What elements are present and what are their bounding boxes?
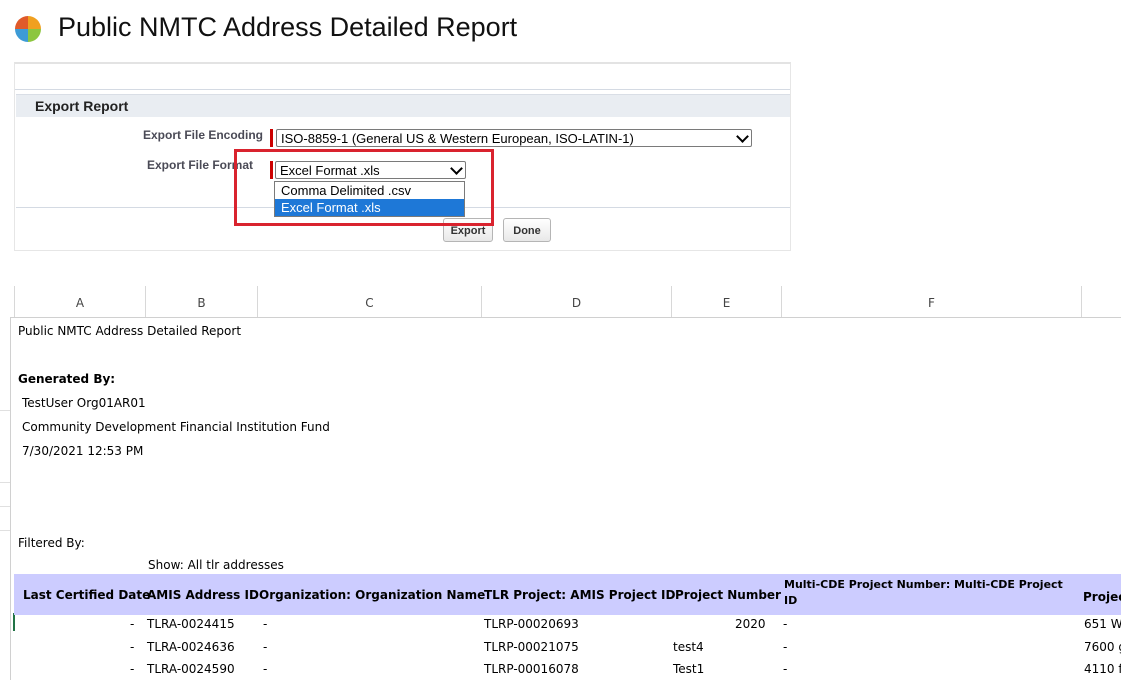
th-multi-cde-line2[interactable]: ID (784, 594, 797, 607)
active-cell-indicator (13, 613, 15, 631)
row-divider (0, 482, 10, 483)
format-label: Export File Format (146, 158, 253, 172)
filter-value[interactable]: Show: All tlr addresses (148, 558, 284, 572)
th-organization-name[interactable]: Organization: Organization Name (259, 588, 485, 602)
th-tlr-project-amis-id[interactable]: TLR Project: AMIS Project ID (484, 588, 675, 602)
encoding-select-value: ISO-8859-1 (General US & Western Europea… (281, 131, 634, 146)
cell-amis-address-id[interactable]: TLRA-0024415 (147, 617, 235, 631)
done-button[interactable]: Done (503, 218, 551, 242)
column-header-f[interactable]: F (781, 286, 1081, 317)
row-number-gutter (0, 317, 11, 680)
encoding-label: Export File Encoding (142, 128, 263, 142)
column-header-a[interactable]: A (14, 286, 145, 317)
th-amis-address-id[interactable]: AMIS Address ID (147, 588, 259, 602)
cell-amis-address-id[interactable]: TLRA-0024636 (147, 640, 235, 654)
annotation-highlight-box (234, 149, 494, 226)
cell-tlr-project-id[interactable]: TLRP-00016078 (484, 662, 579, 676)
required-indicator (270, 129, 273, 147)
cell-multi-cde[interactable]: - (783, 640, 787, 654)
report-title-cell[interactable]: Public NMTC Address Detailed Report (18, 324, 241, 338)
chevron-down-icon (736, 130, 749, 143)
row-divider (0, 530, 10, 531)
generated-by-user[interactable]: TestUser Org01AR01 (22, 396, 146, 410)
cell-project-address[interactable]: 651 W (1084, 617, 1121, 631)
cell-project-number[interactable]: Test1 (673, 662, 704, 676)
encoding-select[interactable]: ISO-8859-1 (General US & Western Europea… (276, 129, 752, 147)
page-title: Public NMTC Address Detailed Report (58, 12, 518, 42)
cell-multi-cde[interactable]: - (783, 617, 787, 631)
panel-button-bar (15, 64, 790, 90)
cell-amis-address-id[interactable]: TLRA-0024590 (147, 662, 235, 676)
column-header-row: A B C D E F (0, 286, 1121, 318)
table-header-row: Last Certified Date AMIS Address ID Orga… (14, 574, 1121, 615)
column-header-d[interactable]: D (481, 286, 671, 317)
section-header: Export Report (16, 94, 790, 117)
cell-tlr-project-id[interactable]: TLRP-00021075 (484, 640, 579, 654)
cell-org-name[interactable]: - (263, 640, 267, 654)
th-multi-cde-line1[interactable]: Multi-CDE Project Number: Multi-CDE Proj… (784, 578, 1063, 591)
th-project-number[interactable]: Project Number (675, 588, 781, 602)
cell-last-certified[interactable]: - (130, 662, 134, 676)
section-title: Export Report (35, 98, 129, 114)
app-logo-icon (14, 15, 42, 43)
cell-project-number[interactable]: 2020 (735, 617, 766, 631)
generated-timestamp[interactable]: 7/30/2021 12:53 PM (22, 444, 143, 458)
column-header-g[interactable] (1081, 286, 1121, 317)
cell-multi-cde[interactable]: - (783, 662, 787, 676)
generated-by-label[interactable]: Generated By: (18, 372, 115, 386)
column-header-b[interactable]: B (145, 286, 257, 317)
generated-by-org[interactable]: Community Development Financial Institut… (22, 420, 330, 434)
cell-project-address[interactable]: 7600 g (1084, 640, 1121, 654)
th-last-certified-date[interactable]: Last Certified Date (23, 588, 150, 602)
cell-last-certified[interactable]: - (130, 617, 134, 631)
cell-org-name[interactable]: - (263, 617, 267, 631)
cell-project-address[interactable]: 4110 f (1084, 662, 1121, 676)
th-project-address[interactable]: Projec (1083, 590, 1121, 604)
cell-last-certified[interactable]: - (130, 640, 134, 654)
row-divider (0, 410, 10, 411)
column-header-e[interactable]: E (671, 286, 781, 317)
cell-org-name[interactable]: - (263, 662, 267, 676)
filtered-by-label[interactable]: Filtered By: (18, 536, 85, 550)
cell-tlr-project-id[interactable]: TLRP-00020693 (484, 617, 579, 631)
cell-project-number[interactable]: test4 (673, 640, 704, 654)
row-divider (0, 506, 10, 507)
column-header-c[interactable]: C (257, 286, 481, 317)
